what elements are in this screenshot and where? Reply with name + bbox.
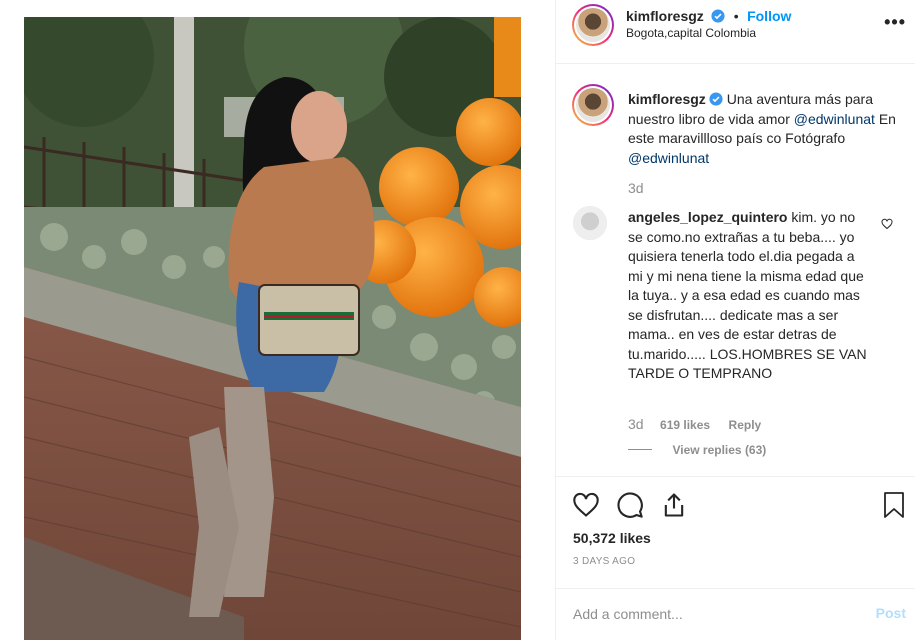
commenter-username[interactable]: angeles_lopez_quintero	[628, 209, 787, 225]
comment-icon[interactable]	[616, 491, 644, 519]
bookmark-icon[interactable]	[882, 491, 906, 519]
verified-badge-icon	[711, 9, 725, 23]
commenter-avatar[interactable]	[573, 206, 607, 240]
comment-text-block: angeles_lopez_quintero kim. yo no se com…	[628, 208, 873, 384]
more-options-icon[interactable]: •••	[884, 12, 906, 33]
post-comment-button[interactable]: Post	[876, 605, 906, 621]
comment-input[interactable]	[573, 603, 853, 625]
caption-mention-2[interactable]: @edwinlunat	[628, 150, 709, 166]
caption-username[interactable]: kimfloresgz	[628, 91, 706, 107]
heart-icon[interactable]	[572, 491, 600, 519]
share-icon[interactable]	[660, 491, 688, 519]
caption-text: kimfloresgz Una aventura más para nuestr…	[628, 90, 898, 168]
post-header: kimfloresgz • Follow Bogota,capital Colo…	[556, 0, 915, 64]
instagram-post-page: kimfloresgz • Follow Bogota,capital Colo…	[0, 0, 915, 640]
author-username[interactable]: kimfloresgz	[626, 8, 704, 24]
post-date[interactable]: 3 DAYS AGO	[573, 556, 635, 567]
comment-text: kim. yo no se como.no extrañas a tu beba…	[628, 209, 867, 381]
author-avatar[interactable]	[572, 4, 614, 46]
comment-meta-row: 3d 619 likes Reply	[628, 416, 761, 434]
view-replies-row[interactable]: View replies (63)	[628, 441, 766, 459]
reply-button[interactable]: Reply	[729, 418, 762, 432]
follow-button[interactable]: Follow	[747, 8, 791, 24]
view-replies-link[interactable]: View replies (63)	[672, 443, 766, 457]
comment-bar: Post	[556, 588, 915, 640]
caption-avatar[interactable]	[572, 84, 614, 126]
post-sidebar: kimfloresgz • Follow Bogota,capital Colo…	[555, 0, 915, 640]
caption-mention-1[interactable]: @edwinlunat	[794, 111, 875, 127]
caption-time[interactable]: 3d	[628, 180, 644, 196]
header-title-row: kimfloresgz • Follow	[626, 8, 791, 26]
post-photo[interactable]	[24, 17, 521, 640]
post-location[interactable]: Bogota,capital Colombia	[626, 26, 756, 40]
comment-likes[interactable]: 619 likes	[660, 418, 710, 432]
separator-dot: •	[733, 8, 739, 24]
small-heart-icon[interactable]	[881, 218, 893, 230]
likes-count[interactable]: 50,372 likes	[573, 530, 651, 546]
replies-line	[628, 449, 652, 451]
photo-area	[0, 0, 555, 640]
comment-time[interactable]: 3d	[628, 416, 644, 432]
verified-badge-icon	[709, 92, 723, 106]
